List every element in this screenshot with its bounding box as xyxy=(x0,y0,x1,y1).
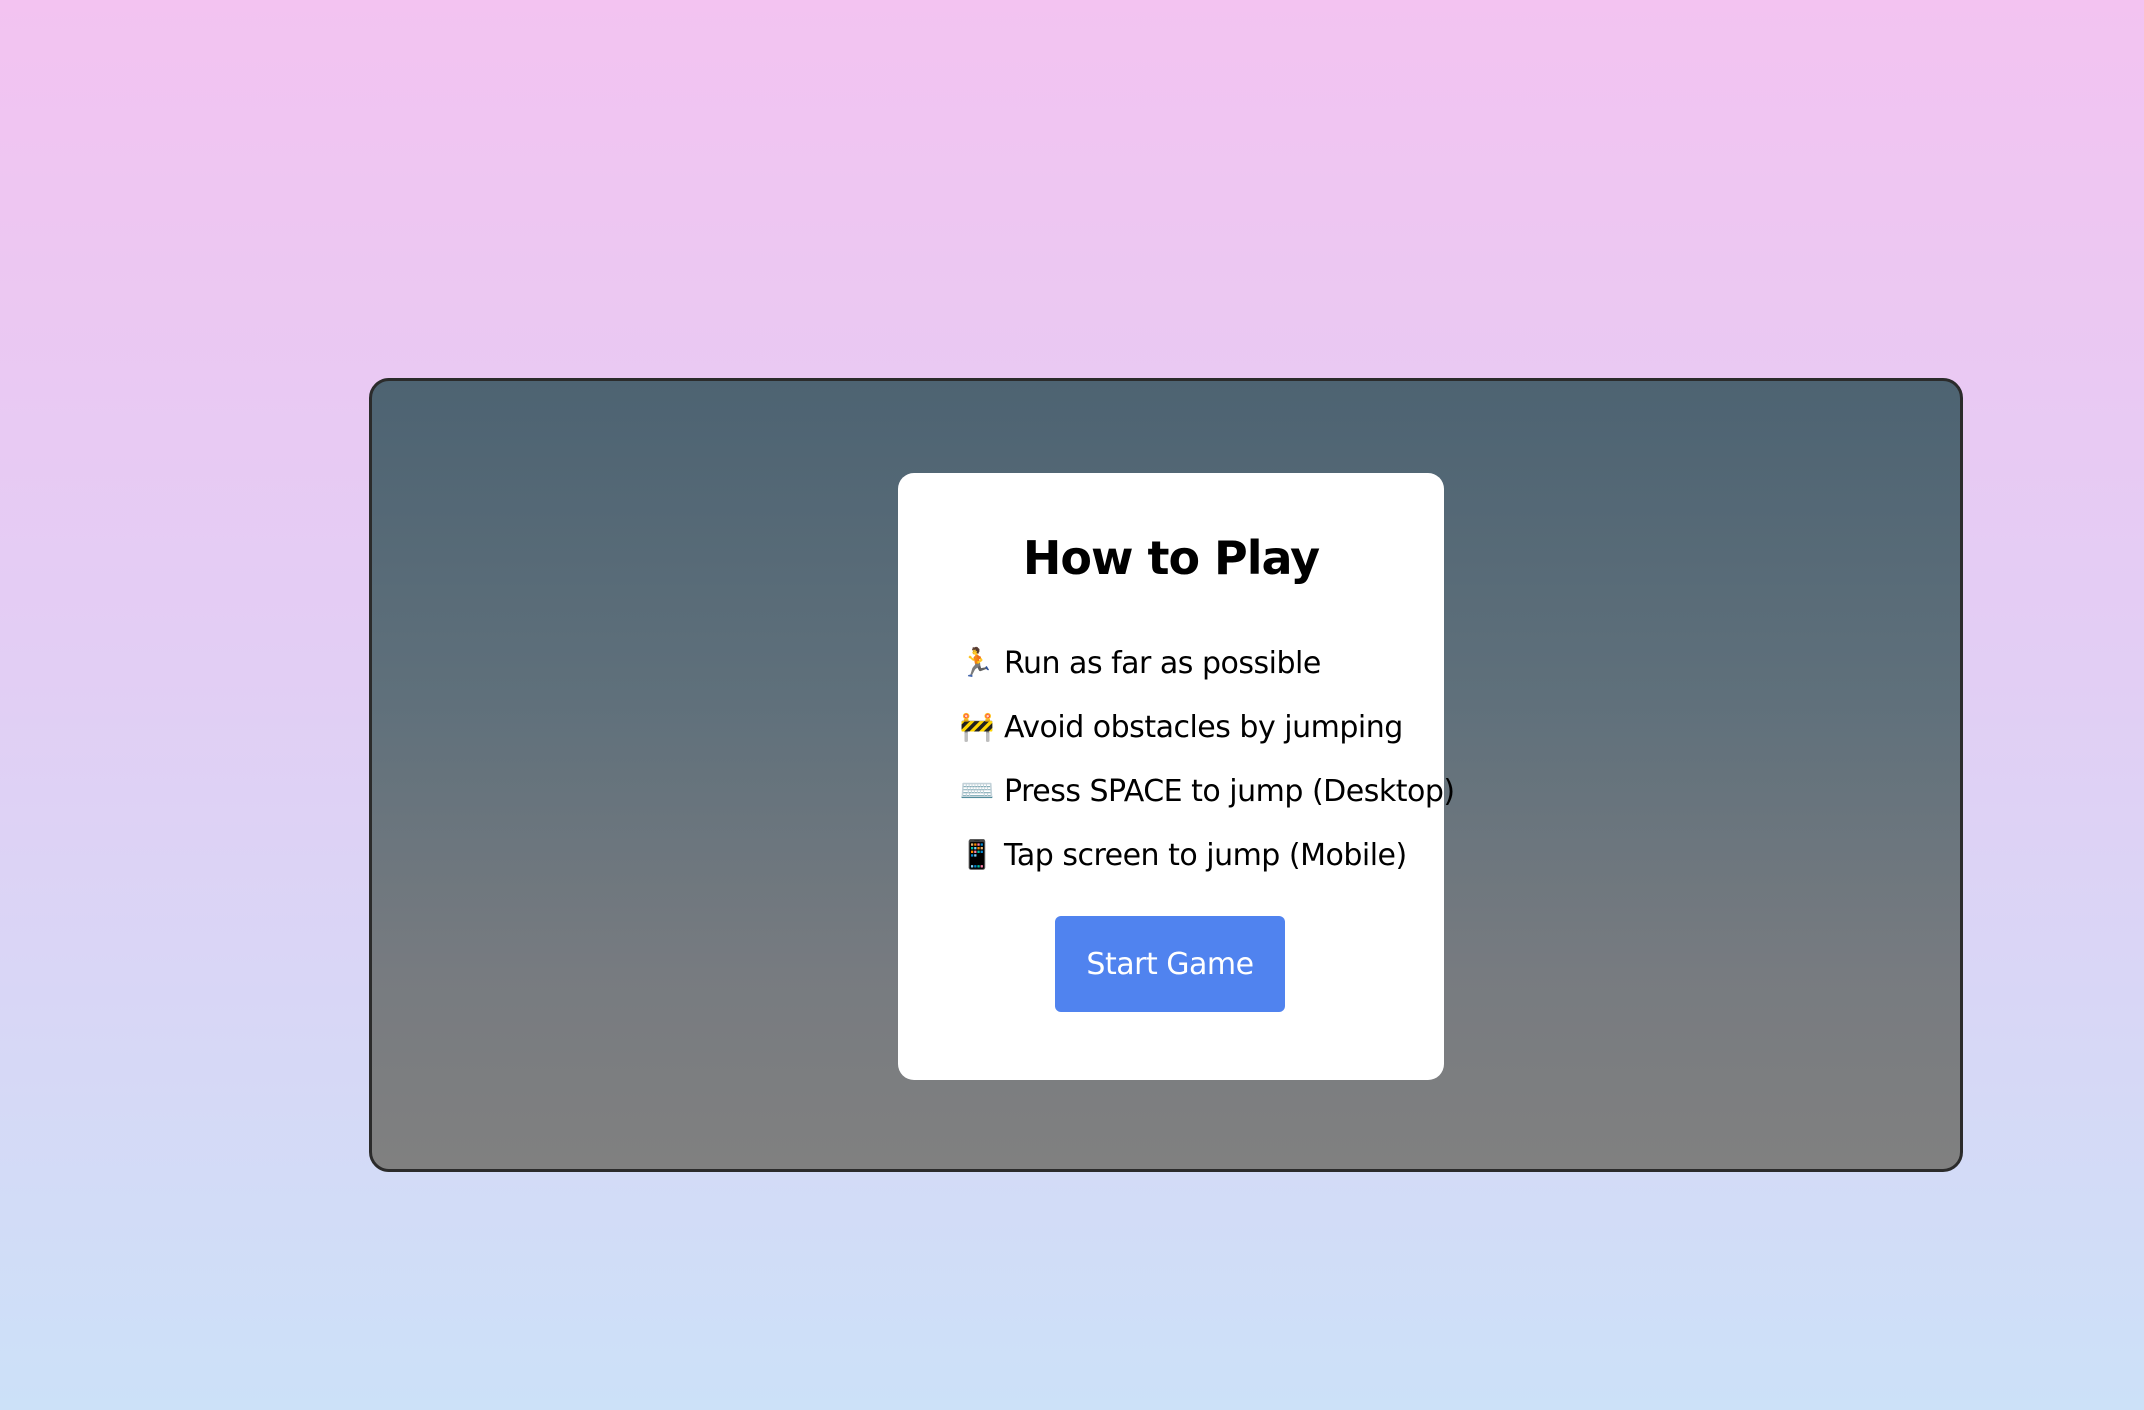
rules-list: 🏃 Run as far as possible 🚧 Avoid obstacl… xyxy=(958,631,1455,887)
instructions-panel: How to Play 🏃 Run as far as possible 🚧 A… xyxy=(898,473,1455,1080)
rule-text: Avoid obstacles by jumping xyxy=(1004,709,1403,745)
game-canvas[interactable]: How to Play 🏃 Run as far as possible 🚧 A… xyxy=(369,378,1963,1172)
rule-text: Run as far as possible xyxy=(1004,645,1321,681)
rule-item-keyboard: ⌨️ Press SPACE to jump (Desktop) xyxy=(958,759,1455,823)
rule-item-run: 🏃 Run as far as possible xyxy=(958,631,1455,695)
rule-item-mobile: 📱 Tap screen to jump (Mobile) xyxy=(958,823,1455,887)
rule-text: Tap screen to jump (Mobile) xyxy=(1004,837,1407,873)
mobile-phone-icon: 📱 xyxy=(959,838,995,871)
rule-item-avoid: 🚧 Avoid obstacles by jumping xyxy=(958,695,1455,759)
instructions-title: How to Play xyxy=(1022,531,1320,585)
start-game-button[interactable]: Start Game xyxy=(1055,916,1285,1012)
construction-barrier-icon: 🚧 xyxy=(959,710,995,743)
keyboard-icon: ⌨️ xyxy=(959,774,995,807)
running-person-icon: 🏃 xyxy=(959,646,995,679)
rule-text: Press SPACE to jump (Desktop) xyxy=(1004,773,1455,809)
